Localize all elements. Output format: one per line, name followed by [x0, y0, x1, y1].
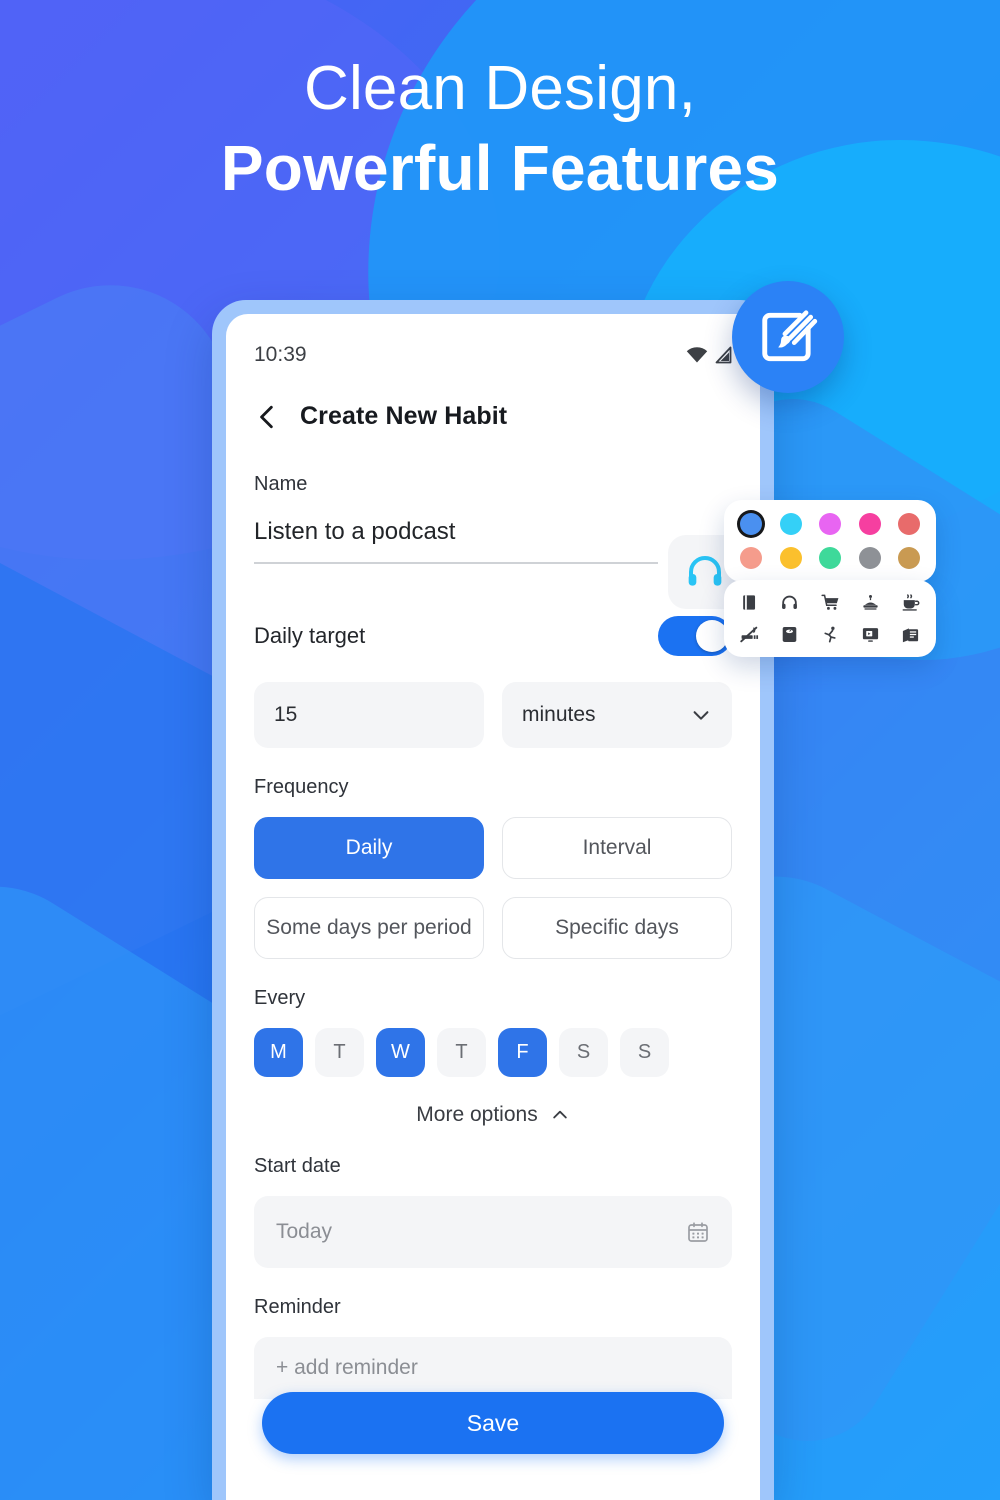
- chevron-up-icon: [552, 1110, 567, 1119]
- icon-picker-row: [738, 591, 922, 614]
- cellular-signal-icon: [715, 346, 732, 364]
- headline-line-2: Powerful Features: [220, 132, 780, 205]
- name-label: Name: [254, 473, 308, 495]
- color-swatch-blue[interactable]: [740, 513, 762, 535]
- weekday-saturday[interactable]: S: [559, 1028, 608, 1077]
- frequency-option-specific-days[interactable]: Specific days: [502, 897, 732, 959]
- weekday-monday[interactable]: M: [254, 1028, 303, 1077]
- weekday-sunday[interactable]: S: [620, 1028, 669, 1077]
- status-bar: 10:39: [226, 314, 760, 374]
- color-swatch-bronze[interactable]: [898, 547, 920, 569]
- no-smoking-icon[interactable]: [738, 623, 761, 646]
- weekday-selector: M T W T F S S: [254, 1028, 732, 1077]
- frequency-label: Frequency: [254, 776, 349, 798]
- status-bar-icons: [686, 346, 732, 364]
- daily-target-inputs: 15 minutes: [254, 682, 732, 748]
- frequency-option-interval[interactable]: Interval: [502, 817, 732, 879]
- start-date-placeholder: Today: [276, 1220, 333, 1243]
- add-reminder-input[interactable]: + add reminder: [254, 1337, 732, 1399]
- reminder-label: Reminder: [254, 1296, 341, 1318]
- cake-icon[interactable]: [859, 591, 882, 614]
- target-unit-select[interactable]: minutes: [502, 682, 732, 748]
- back-button[interactable]: [254, 404, 280, 430]
- daily-target-toggle[interactable]: [658, 616, 732, 656]
- start-date-label: Start date: [254, 1155, 341, 1177]
- frequency-options: Daily Interval Some days per period Spec…: [254, 817, 732, 959]
- app-bar: Create New Habit: [226, 374, 760, 437]
- promo-headline: Clean Design, Powerful Features: [0, 52, 1000, 207]
- icon-picker-card[interactable]: [724, 580, 936, 657]
- video-player-icon[interactable]: [859, 623, 882, 646]
- coffee-cup-icon[interactable]: [899, 591, 922, 614]
- daily-target-label: Daily target: [254, 623, 366, 648]
- chevron-down-icon: [693, 711, 709, 720]
- running-icon[interactable]: [819, 623, 842, 646]
- calendar-icon: [688, 1222, 708, 1242]
- color-swatch-cyan[interactable]: [779, 513, 802, 535]
- weekday-wednesday[interactable]: W: [376, 1028, 425, 1077]
- start-date-input[interactable]: Today: [254, 1196, 732, 1268]
- save-button[interactable]: Save: [262, 1392, 724, 1454]
- frequency-option-daily[interactable]: Daily: [254, 817, 484, 879]
- shopping-cart-icon[interactable]: [819, 591, 842, 614]
- target-amount-input[interactable]: 15: [254, 682, 484, 748]
- back-chevron-icon: [260, 405, 273, 428]
- frequency-option-some-days-per-period[interactable]: Some days per period: [254, 897, 484, 959]
- more-options-label: More options: [416, 1103, 538, 1126]
- color-picker-row: [740, 547, 920, 569]
- weekday-tuesday[interactable]: T: [315, 1028, 364, 1077]
- name-input[interactable]: Listen to a podcast: [254, 518, 658, 564]
- color-swatch-amber[interactable]: [779, 547, 802, 569]
- color-swatch-grey[interactable]: [858, 547, 881, 569]
- habit-form: Name Listen to a podcast Daily target 15…: [226, 473, 760, 1399]
- color-swatch-violet[interactable]: [819, 513, 841, 535]
- weekday-friday[interactable]: F: [498, 1028, 547, 1077]
- weight-scale-icon[interactable]: [778, 623, 801, 646]
- status-bar-time: 10:39: [254, 343, 307, 366]
- compose-badge[interactable]: [732, 281, 844, 393]
- phone-mockup: 10:39 Create New Habit Name Listen to a …: [212, 300, 774, 1500]
- daily-target-row: Daily target: [254, 616, 732, 656]
- more-options-button[interactable]: More options: [254, 1103, 732, 1127]
- add-reminder-placeholder: + add reminder: [276, 1356, 418, 1379]
- color-swatch-salmon[interactable]: [740, 547, 762, 569]
- color-swatch-green[interactable]: [819, 547, 841, 569]
- phone-screen: 10:39 Create New Habit Name Listen to a …: [226, 314, 760, 1500]
- book-icon[interactable]: [738, 591, 761, 614]
- color-picker-row: [740, 513, 920, 535]
- newspaper-icon[interactable]: [899, 623, 922, 646]
- weekday-thursday[interactable]: T: [437, 1028, 486, 1077]
- headphones-icon[interactable]: [778, 591, 801, 614]
- headphones-icon: [688, 556, 722, 586]
- promo-screenshot: Clean Design, Powerful Features 10:39 Cr…: [0, 0, 1000, 1500]
- every-label: Every: [254, 987, 306, 1009]
- page-title: Create New Habit: [300, 402, 508, 430]
- color-picker-card[interactable]: [724, 500, 936, 582]
- color-swatch-red[interactable]: [898, 513, 920, 535]
- target-unit-value: minutes: [522, 703, 596, 726]
- wifi-icon: [686, 347, 708, 363]
- icon-picker-row: [738, 623, 922, 646]
- headline-line-1: Clean Design,: [303, 54, 697, 123]
- color-swatch-pink[interactable]: [858, 513, 881, 535]
- compose-edit-icon: [762, 310, 818, 362]
